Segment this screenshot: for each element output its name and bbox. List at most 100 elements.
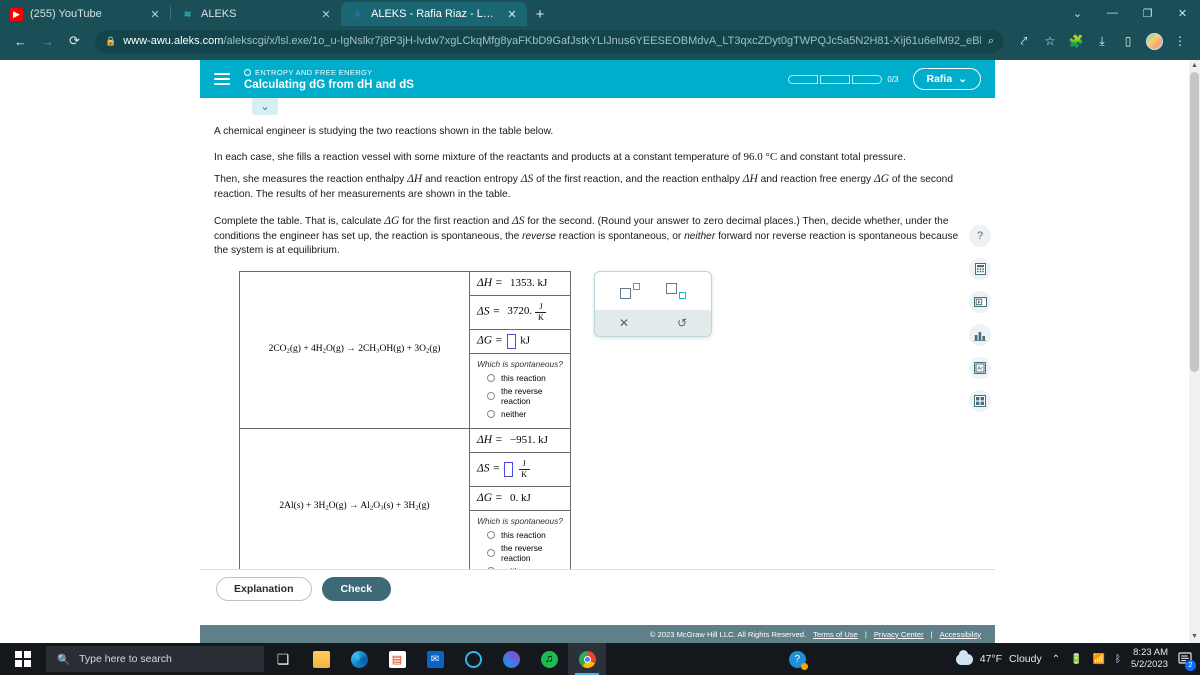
notification-count: 2 [1185,659,1196,671]
superscript-icon[interactable] [620,282,640,299]
radio-button-icon[interactable] [487,530,495,539]
tab-youtube[interactable]: ▶ (255) YouTube ✕ [0,2,170,26]
radio-button-icon[interactable] [487,373,495,382]
back-icon[interactable]: ← [8,29,33,54]
delta-s-input-2[interactable] [504,461,514,477]
radio-button-icon[interactable] [487,409,495,418]
radio-option-this-reaction-2[interactable]: this reaction [487,530,563,540]
radio-button-icon[interactable] [487,391,495,400]
weather-widget[interactable]: 47°F Cloudy [955,649,1042,665]
url-path: /alekscgi/x/lsl.exe/1o_u-IgNslkr7j8P3jH-… [223,35,981,47]
new-tab-button[interactable]: + [527,2,553,26]
spontaneity-question-2: Which is spontaneous? [477,515,563,526]
undo-icon[interactable]: ↺ [677,316,687,330]
problem-table: 2CO2(g) + 4H2O(g) → 2CH3OH(g) + 3O2(g) Δ… [239,270,571,586]
close-window-icon[interactable]: ✕ [1165,0,1200,26]
maximize-icon[interactable]: ❐ [1130,0,1165,26]
accessibility-link[interactable]: Accessibility [940,630,981,639]
delta-s-label: ΔS = [477,305,501,318]
scrollbar-thumb[interactable] [1190,72,1199,372]
delta-h-label: ΔH = [477,277,503,290]
clear-icon[interactable]: ✕ [619,316,629,330]
bookmark-star-icon[interactable]: ☆ [1038,29,1062,53]
scroll-down-arrow-icon[interactable]: ▼ [1189,631,1200,643]
taskbar-search-input[interactable]: 🔍 Type here to search [46,646,264,672]
topic-category: ENTROPY AND FREE ENERGY [244,68,774,77]
edge-icon[interactable] [340,643,378,675]
restore-down-icon[interactable]: ⌄ [1060,0,1095,26]
radio-option-this-reaction-1[interactable]: this reaction [487,373,563,383]
mail-icon[interactable]: ✉ [416,643,454,675]
url-domain: www-awu.aleks.com [123,35,224,47]
search-icon: 🔍 [57,653,71,666]
bluetooth-icon[interactable]: ᛒ [1115,654,1121,665]
unit-numerator: J [539,301,543,311]
hamburger-menu-icon[interactable] [214,73,230,85]
reaction-cell-2: 2Al(s) + 3H2O(g) → Al2O3(s) + 3H2(g) [239,427,470,586]
tab-close-icon[interactable]: ✕ [505,8,519,21]
privacy-center-link[interactable]: Privacy Center [874,630,924,639]
cortana-icon[interactable] [454,643,492,675]
explanation-button[interactable]: Explanation [216,576,312,601]
profile-avatar[interactable] [1142,29,1166,53]
bing-chat-icon[interactable] [492,643,530,675]
page-right-margin [1000,60,1200,643]
windows-start-icon[interactable] [0,643,46,675]
user-menu-button[interactable]: Rafia ⌄ [912,68,981,90]
paragraph-measurements: Then, she measures the reaction enthalpy… [214,171,975,202]
table-row: 2Al(s) + 3H2O(g) → Al2O3(s) + 3H2(g) ΔH … [239,427,571,586]
lock-icon: 🔒 [105,35,117,46]
battery-icon[interactable]: 🔋 [1070,654,1082,665]
delta-h-label: ΔH = [477,434,503,447]
symbol-delta-g-2: ΔG [384,215,400,228]
side-panel-icon[interactable]: ▯ [1116,29,1140,53]
tab-close-icon[interactable]: ✕ [319,8,333,21]
system-tray: ? 47°F Cloudy ⌃ 🔋 📶 ᛒ 8:23 AM 5/2/2023 2 [788,647,1200,671]
scroll-up-arrow-icon[interactable]: ▲ [1189,60,1200,72]
check-button[interactable]: Check [321,576,392,601]
temperature-value: 96.0 °C [743,151,778,164]
radio-button-icon[interactable] [487,548,495,557]
microsoft-store-icon[interactable]: ▤ [378,643,416,675]
show-hidden-icons-chevron[interactable]: ⌃ [1052,654,1060,665]
chrome-icon[interactable] [568,643,606,675]
page-scrollbar[interactable]: ▲ ▼ [1189,60,1200,643]
task-view-icon[interactable]: ❏ [264,643,302,675]
tab-aleks-learn[interactable]: A ALEKS - Rafia Riaz - Learn ✕ [341,2,527,26]
tab-aleks[interactable]: ≋ ALEKS ✕ [171,2,341,26]
entropy-unit: J K [535,301,547,322]
delta-s-cell-1: ΔS = 3720. J K [469,294,571,330]
taskbar-clock[interactable]: 8:23 AM 5/2/2023 [1131,647,1168,671]
downloads-icon[interactable]: ⤓ [1090,29,1114,53]
help-icon[interactable]: ? [969,225,991,247]
minimize-icon[interactable]: — [1095,0,1130,26]
chrome-menu-icon[interactable]: ⋮ [1168,29,1192,53]
zoom-out-icon[interactable]: ⌕ [988,35,994,48]
address-bar[interactable]: 🔒 www-awu.aleks.com/alekscgi/x/lsl.exe/1… [95,29,1004,53]
p4-part-a: Complete the table. That is, calculate [214,216,385,228]
radio-option-neither-1[interactable]: neither [487,409,563,419]
radio-option-reverse-reaction-1[interactable]: the reverse reaction [487,386,563,406]
help-notification-icon[interactable]: ? [788,650,808,670]
unit-denominator: K [538,312,544,322]
delta-g-label: ΔG = [477,334,503,347]
p4-part-b: for the first reaction and [399,216,513,228]
paragraph-intro-text: A chemical engineer is studying the two … [214,126,554,137]
subscript-icon[interactable] [666,282,686,299]
forward-icon[interactable]: → [35,29,60,54]
terms-of-use-link[interactable]: Terms of Use [813,630,858,639]
spotify-icon[interactable]: ♫ [530,643,568,675]
tab-close-icon[interactable]: ✕ [148,8,162,21]
file-explorer-icon[interactable] [302,643,340,675]
wifi-icon[interactable]: 📶 [1093,654,1105,665]
reload-icon[interactable]: ⟳ [62,29,87,54]
delta-g-unit: kJ [520,334,530,347]
symbol-delta-h: ΔH [407,173,423,186]
extensions-icon[interactable]: 🧩 [1064,29,1088,53]
reference-table-glyph [974,395,986,407]
share-icon[interactable]: ⤤ [1012,29,1036,53]
radio-option-reverse-reaction-2[interactable]: the reverse reaction [487,543,563,563]
notifications-icon[interactable]: 2 [1178,651,1196,671]
collapse-header-button[interactable]: ⌄ [252,98,278,115]
delta-g-input-1[interactable] [506,333,516,349]
